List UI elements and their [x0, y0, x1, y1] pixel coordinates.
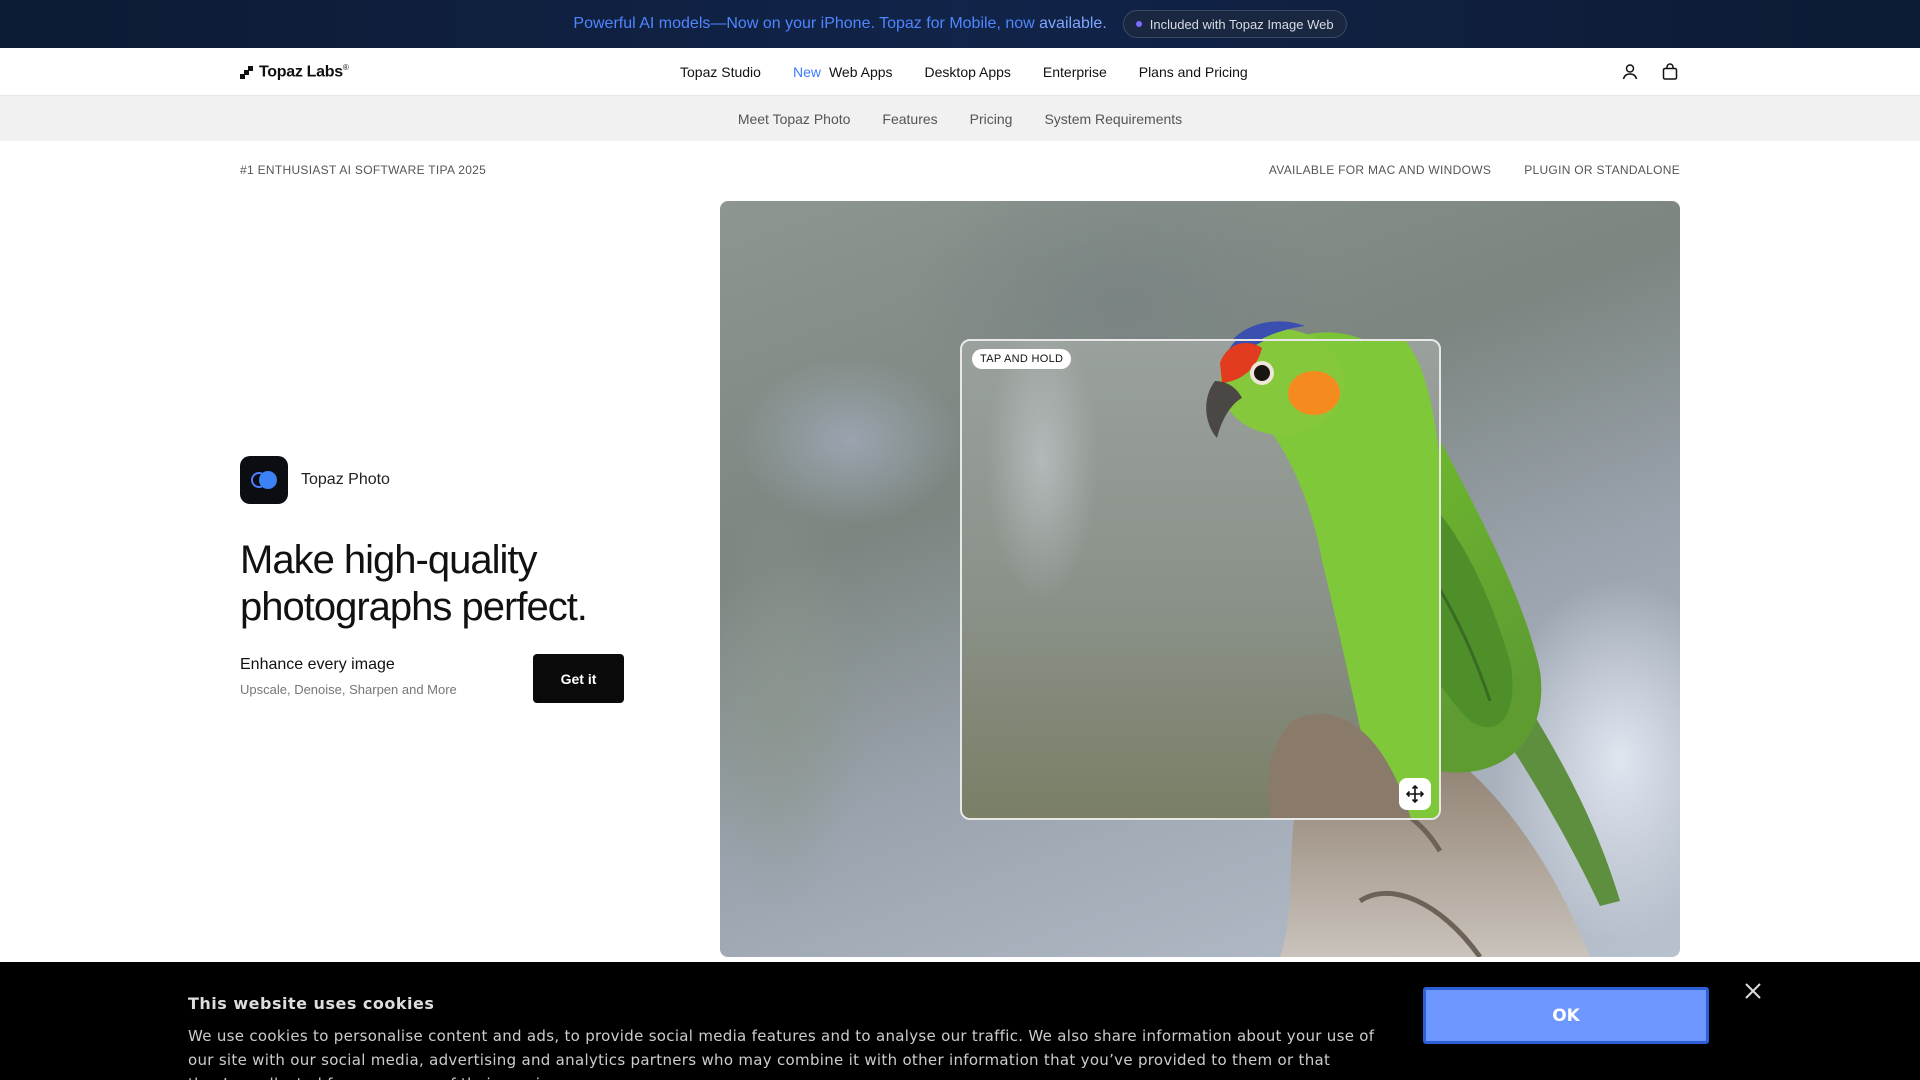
nav-web-apps[interactable]: Web Apps [829, 64, 893, 80]
hero-headline: Make high-quality photographs perfect. [240, 538, 588, 629]
magnifier-detail [1206, 341, 1439, 818]
nav-plans-and-pricing[interactable]: Plans and Pricing [1139, 64, 1248, 80]
user-icon[interactable] [1620, 62, 1640, 82]
move-handle[interactable] [1399, 778, 1431, 810]
brand-name: Topaz Labs [259, 63, 343, 81]
new-badge: New [792, 64, 821, 80]
pill-dot-icon [1135, 21, 1142, 27]
brand-mark: ® [342, 63, 349, 72]
compare-magnifier[interactable]: TAP AND HOLD [960, 339, 1441, 820]
close-icon[interactable] [1744, 982, 1762, 1000]
subnav-system-requirements[interactable]: System Requirements [1044, 111, 1182, 127]
bag-icon[interactable] [1660, 62, 1680, 82]
cookie-text: We use cookies to personalise content an… [188, 1027, 1375, 1080]
product-badge: Topaz Photo [240, 456, 390, 504]
subnav-pricing[interactable]: Pricing [970, 111, 1013, 127]
hero-description: Upscale, Denoise, Sharpen and More [240, 682, 457, 697]
topaz-photo-app-icon [240, 456, 288, 504]
subnav-features[interactable]: Features [882, 111, 937, 127]
subnav-meet-topaz-photo[interactable]: Meet Topaz Photo [738, 111, 851, 127]
sub-nav: Meet Topaz Photo Features Pricing System… [0, 96, 1920, 141]
cookie-ok-button[interactable]: OK [1423, 987, 1709, 1044]
move-icon [1406, 785, 1424, 803]
announcement-link[interactable]: Powerful AI models—Now on your iPhone. T… [573, 15, 1106, 33]
meta-right: AVAILABLE FOR MAC AND WINDOWS PLUGIN OR … [1269, 163, 1680, 177]
main-nav: Topaz Labs® Topaz Studio New Web Apps De… [0, 48, 1920, 96]
get-it-button[interactable]: Get it [533, 654, 624, 703]
tap-and-hold-label: TAP AND HOLD [972, 349, 1072, 369]
pill-label: Included with Topaz Image Web [1149, 16, 1334, 32]
hero-subtitle: Enhance every image [240, 656, 395, 673]
logo-mark-icon [240, 65, 253, 79]
award-label: #1 ENTHUSIAST AI SOFTWARE TIPA 2025 [240, 163, 487, 177]
topaz-logo[interactable]: Topaz Labs® [240, 63, 349, 81]
cookie-title: This website uses cookies [188, 994, 435, 1013]
nav-topaz-studio[interactable]: Topaz Studio [680, 64, 761, 80]
nav-links: Topaz Studio New Web Apps Desktop Apps E… [680, 48, 1248, 96]
included-pill: Included with Topaz Image Web [1122, 10, 1347, 38]
platforms-label: AVAILABLE FOR MAC AND WINDOWS [1268, 163, 1492, 177]
nav-desktop-apps[interactable]: Desktop Apps [925, 64, 1011, 80]
nav-icons [1620, 62, 1680, 82]
mode-label: PLUGIN OR STANDALONE [1524, 163, 1680, 177]
product-name: Topaz Photo [301, 471, 390, 488]
announcement-bar: Powerful AI models—Now on your iPhone. T… [0, 0, 1920, 48]
nav-enterprise[interactable]: Enterprise [1043, 64, 1107, 80]
